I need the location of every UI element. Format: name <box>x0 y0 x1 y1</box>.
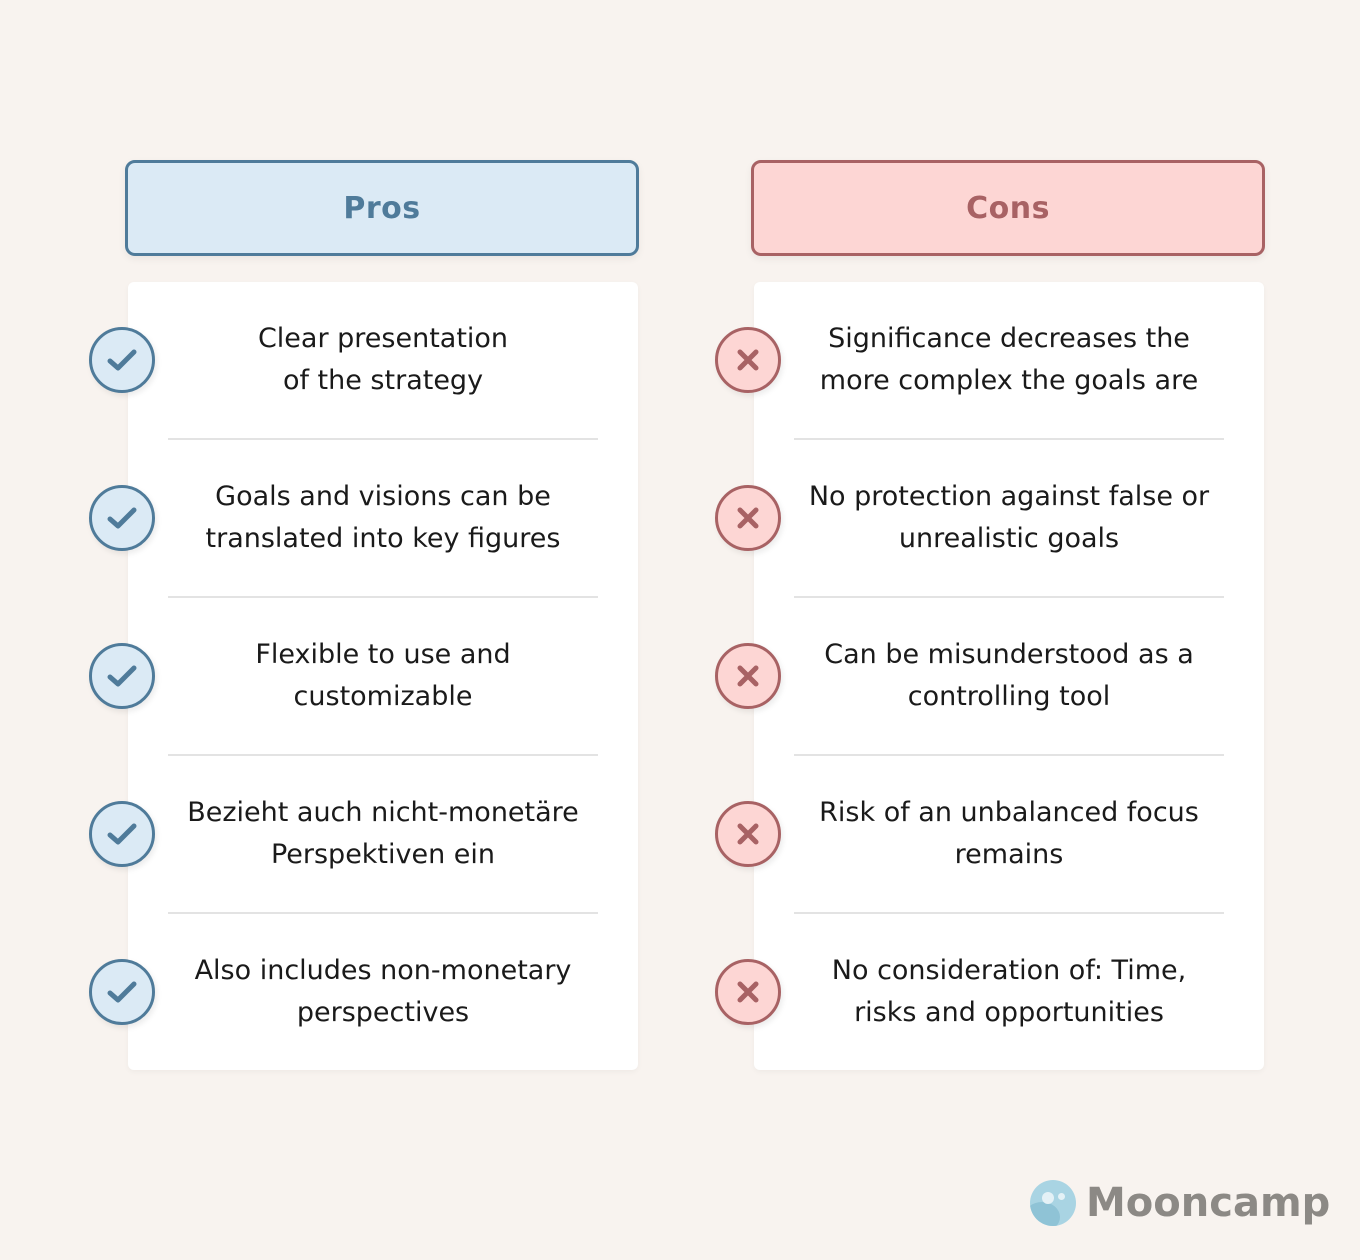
cons-item: Risk of an unbalanced focus remains <box>715 756 1224 914</box>
cons-item-text: Can be misunderstood as a controlling to… <box>824 639 1194 712</box>
check-icon <box>89 485 155 551</box>
x-icon <box>715 327 781 393</box>
pros-item: Bezieht auch nicht-monetäre Perspektiven… <box>89 756 598 914</box>
cons-column: Cons Significance decreases the more com… <box>715 160 1265 1070</box>
cons-item-text: Risk of an unbalanced focus remains <box>819 797 1199 870</box>
cons-item-text: No protection against false or unrealist… <box>808 481 1210 554</box>
x-icon <box>715 801 781 867</box>
pros-item-text: Goals and visions can be translated into… <box>205 481 561 554</box>
check-icon <box>89 327 155 393</box>
x-icon <box>715 959 781 1025</box>
pros-item-text: Flexible to use and customizable <box>255 639 511 712</box>
x-icon <box>715 643 781 709</box>
check-icon <box>89 801 155 867</box>
x-icon <box>715 485 781 551</box>
cons-item: No consideration of: Time, risks and opp… <box>715 914 1224 1070</box>
pros-item: Goals and visions can be translated into… <box>89 440 598 598</box>
pros-header: Pros <box>125 160 639 256</box>
check-icon <box>89 643 155 709</box>
cons-item: Significance decreases the more complex … <box>715 282 1224 440</box>
brand-logo: Mooncamp <box>1030 1180 1330 1226</box>
pros-item-text: Clear presentation of the strategy <box>257 323 509 396</box>
cons-item-text: No consideration of: Time, risks and opp… <box>831 955 1187 1028</box>
cons-list: Significance decreases the more complex … <box>715 282 1264 1070</box>
pros-item-text: Also includes non-monetary perspectives <box>194 955 572 1028</box>
brand-name: Mooncamp <box>1086 1180 1331 1226</box>
pros-item-text: Bezieht auch nicht-monetäre Perspektiven… <box>187 797 579 870</box>
cons-item: Can be misunderstood as a controlling to… <box>715 598 1224 756</box>
cons-header: Cons <box>751 160 1265 256</box>
cons-item: No protection against false or unrealist… <box>715 440 1224 598</box>
cons-item-text: Significance decreases the more complex … <box>819 323 1199 396</box>
pros-list: Clear presentation of the strategy Goals… <box>89 282 638 1070</box>
moon-logo-icon <box>1030 1180 1076 1226</box>
pros-item: Also includes non-monetary perspectives <box>89 914 598 1070</box>
pros-column: Pros Clear presentation of the strategy … <box>89 160 639 1070</box>
pros-item: Flexible to use and customizable <box>89 598 598 756</box>
pros-item: Clear presentation of the strategy <box>89 282 598 440</box>
check-icon <box>89 959 155 1025</box>
